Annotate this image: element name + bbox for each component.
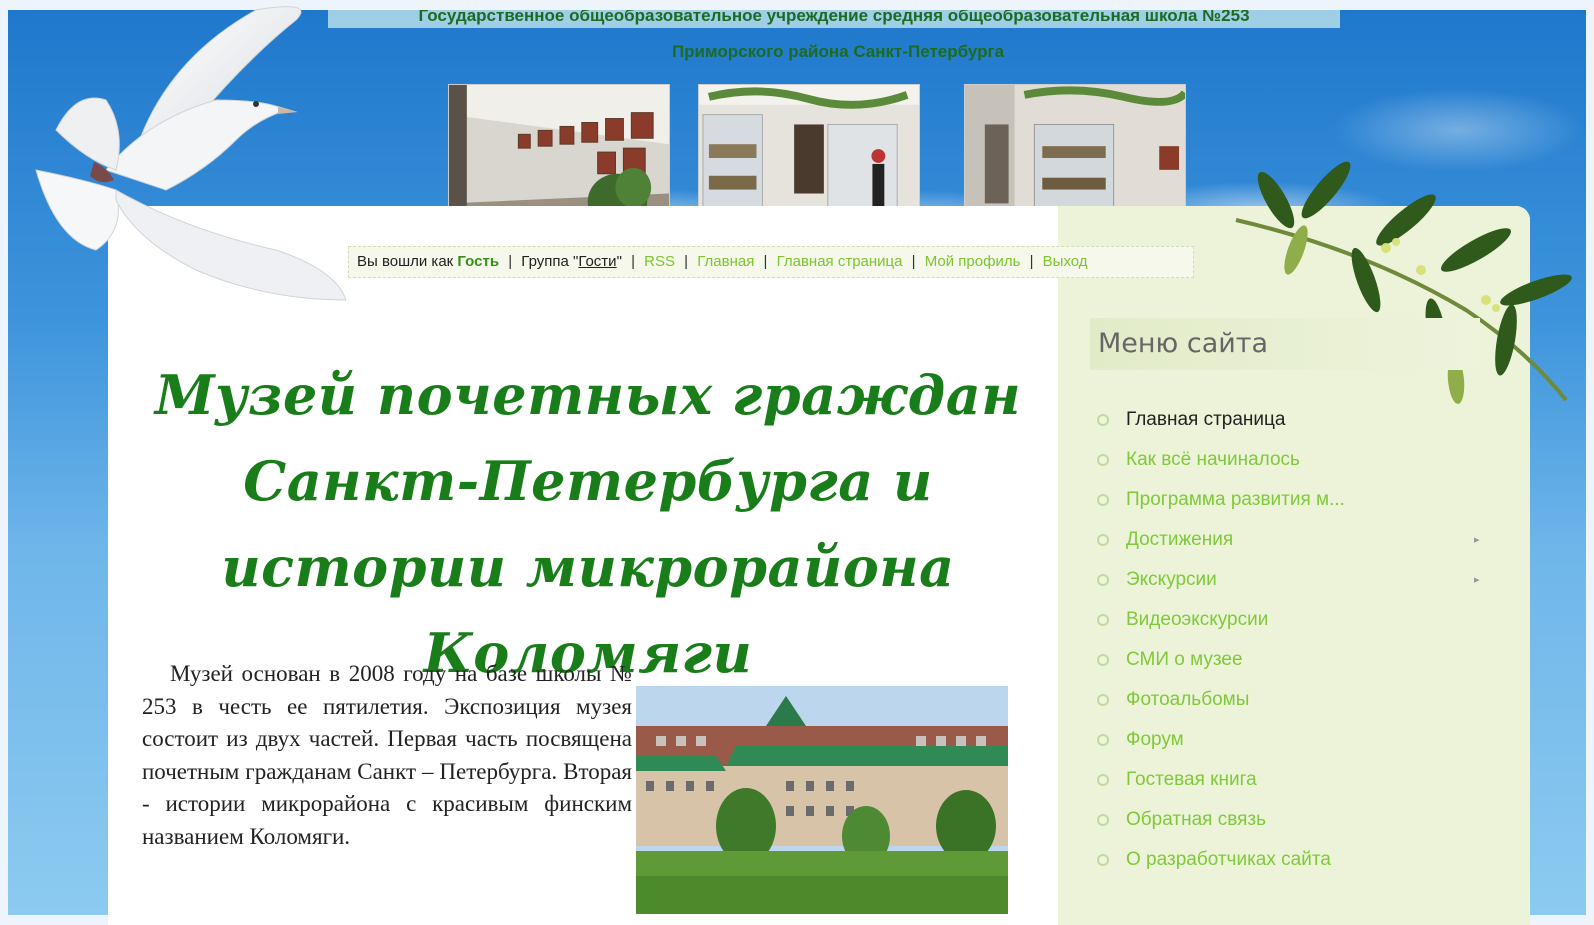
bullet-icon: [1097, 694, 1109, 706]
menu-item-label: Обратная связь: [1126, 809, 1266, 830]
logout-link[interactable]: Выход: [1043, 253, 1088, 270]
group-suffix: ": [616, 253, 622, 270]
menu-item[interactable]: Главная страница: [1094, 400, 1494, 440]
dove-image: [35, 6, 346, 301]
bullet-icon: [1097, 614, 1109, 626]
separator: |: [763, 253, 768, 270]
bullet-icon: [1097, 494, 1109, 506]
menu-item-label: О разработчиках сайта: [1126, 849, 1331, 870]
bullet-icon: [1097, 454, 1109, 466]
bullet-icon: [1097, 414, 1109, 426]
site-menu-title: Меню сайта: [1090, 318, 1480, 370]
group-prefix: Группа ": [521, 253, 579, 270]
menu-item[interactable]: Достижения ▸: [1094, 520, 1494, 560]
bullet-icon: [1097, 854, 1109, 866]
bullet-icon: [1097, 734, 1109, 746]
menu-item[interactable]: Как всё начиналось: [1094, 440, 1494, 480]
site-menu: Главная страница Как всё начиналось Програ…: [1094, 400, 1494, 880]
bullet-icon: [1097, 534, 1109, 546]
home-link[interactable]: Главная: [697, 253, 754, 270]
rss-link[interactable]: RSS: [644, 253, 675, 270]
menu-item[interactable]: Обратная связь: [1094, 800, 1494, 840]
separator: |: [684, 253, 689, 270]
menu-item-label: Фотоальбомы: [1126, 689, 1250, 710]
logged-in-as-label: Вы вошли как: [357, 253, 454, 270]
submenu-arrow-icon: ▸: [1474, 534, 1480, 546]
menu-item-label: Достижения: [1126, 529, 1234, 550]
separator: |: [911, 253, 916, 270]
menu-item[interactable]: Форум: [1094, 720, 1494, 760]
menu-item-label: Экскурсии: [1126, 569, 1217, 590]
group-name-link[interactable]: Гости: [578, 253, 616, 270]
menu-item-label: Главная страница: [1126, 409, 1286, 430]
menu-item[interactable]: Видеоэкскурсии: [1094, 600, 1494, 640]
home-page-link[interactable]: Главная страница: [777, 253, 903, 270]
submenu-arrow-icon: ▸: [1474, 574, 1480, 586]
group-label: Группа "Гости": [521, 253, 622, 270]
menu-item[interactable]: Экскурсии ▸: [1094, 560, 1494, 600]
menu-item[interactable]: О разработчиках сайта: [1094, 840, 1494, 880]
bullet-icon: [1097, 574, 1109, 586]
menu-item[interactable]: Фотоальбомы: [1094, 680, 1494, 720]
school-name-line2: Приморского района Санкт-Петербурга: [671, 42, 1005, 61]
menu-item[interactable]: Программа развития м...: [1094, 480, 1494, 520]
separator: |: [508, 253, 513, 270]
bullet-icon: [1097, 814, 1109, 826]
menu-item-label: Как всё начиналось: [1126, 449, 1300, 470]
bullet-icon: [1097, 654, 1109, 666]
menu-item-label: Гостевая книга: [1126, 769, 1257, 790]
menu-item[interactable]: СМИ о музее: [1094, 640, 1494, 680]
menu-item-label: Форум: [1126, 729, 1184, 750]
museum-description: Музей основан в 2008 году на базе школы …: [142, 661, 632, 849]
my-profile-link[interactable]: Мой профиль: [925, 253, 1021, 270]
user-status-bar: Вы вошли как Гость | Группа "Гости" | RS…: [348, 246, 1194, 278]
menu-item-label: Программа развития м...: [1126, 489, 1345, 510]
school-name-line1: Государственное общеобразовательное учре…: [328, 10, 1340, 28]
menu-item-label: СМИ о музее: [1126, 649, 1243, 670]
page-title: Музей почетных граждан Санкт-Петербурга …: [154, 363, 1022, 685]
bullet-icon: [1097, 774, 1109, 786]
menu-item-label: Видеоэкскурсии: [1126, 609, 1269, 630]
separator: |: [631, 253, 635, 270]
separator: |: [1029, 253, 1034, 270]
menu-item[interactable]: Гостевая книга: [1094, 760, 1494, 800]
school-building-photo: [636, 686, 1008, 914]
user-name-link[interactable]: Гость: [457, 253, 499, 270]
